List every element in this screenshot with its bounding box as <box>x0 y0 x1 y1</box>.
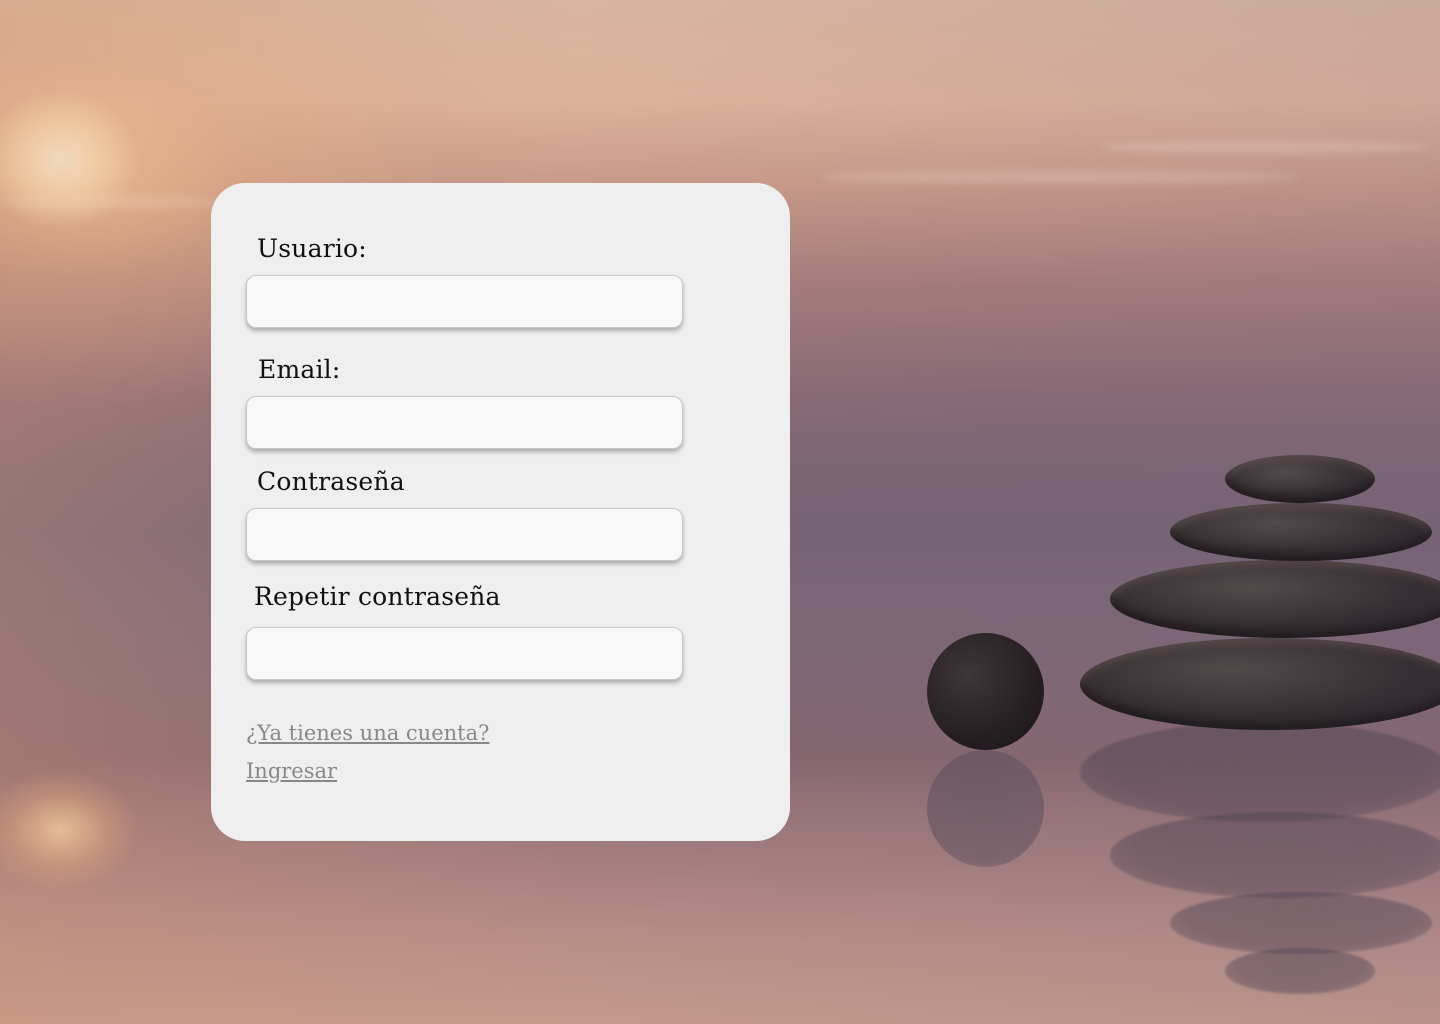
cloud-streak <box>0 195 220 209</box>
cloud-streak <box>820 170 1300 184</box>
cloud-streak <box>1100 140 1430 154</box>
email-input[interactable] <box>246 396 683 449</box>
login-link[interactable]: Ingresar <box>246 759 337 783</box>
register-form-card: Usuario: Email: Contraseña Repetir contr… <box>211 183 790 841</box>
repeat-password-label: Repetir contraseña <box>254 582 501 611</box>
password-input[interactable] <box>246 508 683 561</box>
password-label: Contraseña <box>257 467 405 496</box>
stone-reflection <box>1080 722 1440 822</box>
stone-top <box>1225 455 1375 503</box>
username-label: Usuario: <box>257 234 367 263</box>
email-label: Email: <box>258 355 341 384</box>
stone-reflection <box>1225 948 1375 994</box>
ball-reflection <box>927 750 1044 867</box>
stone-reflection <box>1110 812 1440 898</box>
username-input[interactable] <box>246 275 683 328</box>
stone-ball <box>927 633 1044 750</box>
stone-reflection <box>1170 892 1432 954</box>
stone-bottom <box>1080 638 1440 730</box>
stone-second <box>1170 503 1432 561</box>
stone-third <box>1110 560 1440 638</box>
have-account-link[interactable]: ¿Ya tienes una cuenta? <box>246 721 489 745</box>
repeat-password-input[interactable] <box>246 627 683 680</box>
